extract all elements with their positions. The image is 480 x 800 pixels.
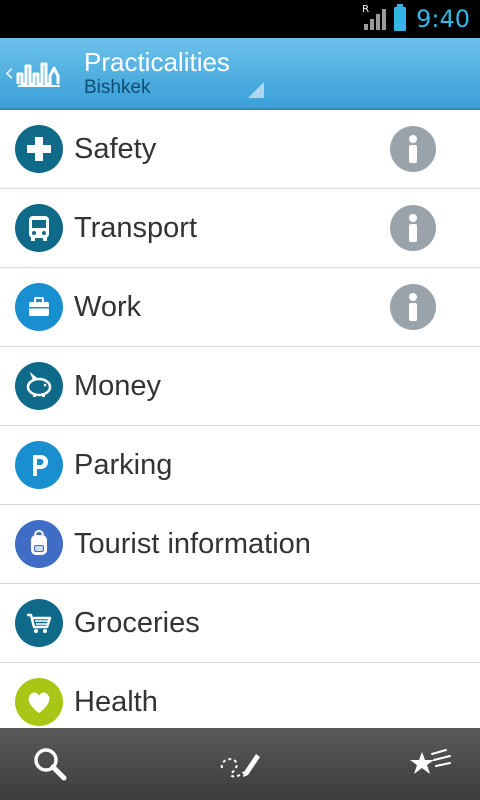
favorites-stars-icon [410, 749, 451, 774]
list-item-groceries[interactable]: Groceries [0, 584, 480, 663]
list-item-label: Work [74, 290, 142, 323]
briefcase-icon [15, 283, 63, 331]
spinner-triangle-icon [248, 82, 264, 98]
chevron-left-icon: ‹ [4, 58, 15, 88]
status-bar: R 9:40 [0, 0, 480, 38]
search-icon [34, 748, 67, 781]
list-item-label: Groceries [74, 606, 200, 639]
list-item-work[interactable]: Work [0, 268, 480, 347]
city-skyline-icon [16, 62, 61, 87]
info-icon[interactable] [390, 205, 436, 251]
battery-icon [394, 4, 407, 31]
piggy-bank-icon [15, 362, 63, 410]
list-item-label: Health [74, 685, 158, 718]
favorites-button[interactable] [406, 740, 454, 788]
location-spinner[interactable]: Practicalities Bishkek [84, 38, 264, 108]
bottom-toolbar [0, 728, 480, 800]
location-subtitle: Bishkek [84, 77, 151, 98]
plus-cross-icon [15, 125, 63, 173]
list-item-parking[interactable]: Parking [0, 426, 480, 505]
pencil-route-icon [220, 754, 260, 778]
list-item-money[interactable]: Money [0, 347, 480, 426]
bus-icon [15, 204, 63, 252]
list-item-transport[interactable]: Transport [0, 189, 480, 268]
up-navigation-button[interactable]: ‹ [0, 38, 84, 108]
roaming-indicator: R [362, 4, 370, 15]
route-notes-button[interactable] [216, 740, 264, 788]
action-bar: ‹ Practicalities Bishkek [0, 38, 480, 110]
list-item-label: Parking [74, 448, 173, 481]
list-item-health[interactable]: Health [0, 663, 480, 728]
list-item-label: Transport [74, 211, 198, 244]
practicalities-list[interactable]: Safety Transport Work Money Parking Tour… [0, 110, 480, 728]
status-clock: 9:40 [416, 5, 470, 33]
list-item-tourist-information[interactable]: Tourist information [0, 505, 480, 584]
page-title: Practicalities [84, 47, 230, 77]
info-icon[interactable] [390, 126, 436, 172]
search-button[interactable] [26, 740, 74, 788]
list-item-safety[interactable]: Safety [0, 110, 480, 189]
backpack-icon [15, 520, 63, 568]
shopping-cart-icon [15, 599, 63, 647]
list-item-label: Tourist information [74, 527, 311, 560]
signal-strength-icon: R [362, 4, 387, 30]
heart-icon [15, 678, 63, 726]
list-item-label: Money [74, 369, 162, 402]
info-icon[interactable] [390, 284, 436, 330]
list-item-label: Safety [74, 132, 157, 165]
parking-icon [15, 441, 63, 489]
